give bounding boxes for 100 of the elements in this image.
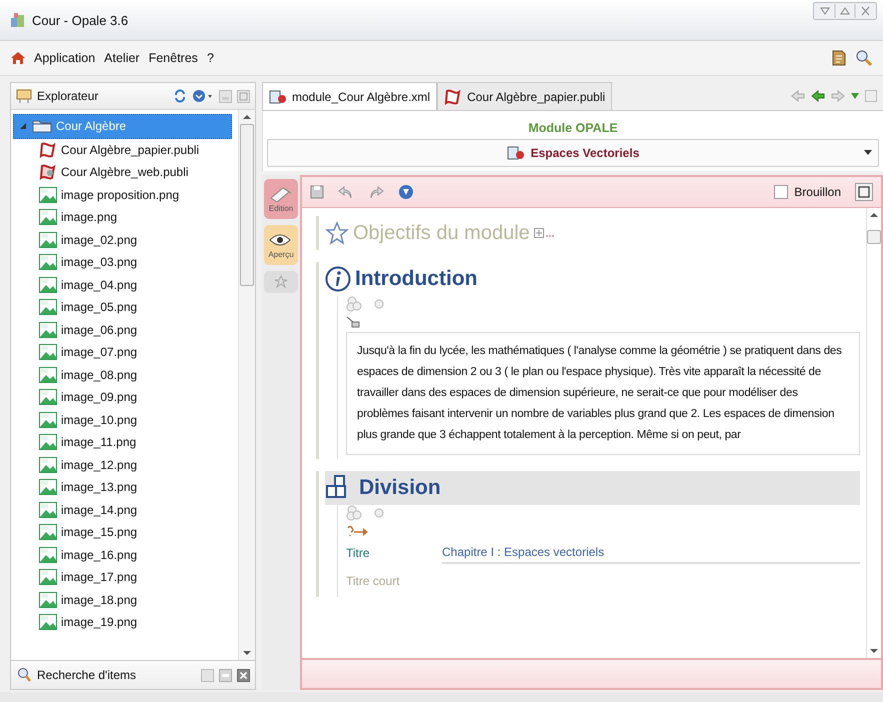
folder-icon (32, 119, 52, 134)
minimize-icon[interactable] (219, 90, 232, 102)
publication-icon (444, 88, 462, 104)
image-file-icon (39, 389, 57, 406)
document-icon[interactable] (831, 49, 847, 67)
info-icon (325, 266, 351, 292)
image-file-icon (39, 276, 57, 293)
section-title: Objectifs du module (353, 222, 530, 244)
tree-item[interactable]: Cour Algèbre_papier.publi (13, 138, 236, 161)
side-tab[interactable]: Aperçu (264, 225, 298, 265)
tree-item[interactable]: image proposition.png (13, 184, 236, 206)
undo-icon[interactable] (338, 184, 354, 200)
side-tab[interactable]: Edition (264, 179, 298, 219)
menu-item[interactable]: Atelier (104, 51, 140, 65)
publication-icon (39, 164, 57, 180)
star-icon (325, 221, 349, 245)
tree-item[interactable]: image_10.png (13, 408, 236, 431)
image-file-icon (39, 232, 57, 248)
image-file-icon (39, 592, 57, 608)
paragraph-text[interactable]: Jusqu'à la fin du lycée, les mathématiques ( l'analyse comme la géométrie ) se pratiquent dans des espaces de dimension 2 ou 3 ( le plan ou l'espace physique). Très vite apparaît la nécessité de travailler dans des espaces de dimension supérieure, ne serait-ce que pour modéliser des problèmes faisant intervenir un nombre de variables plus grand que 2. Les espaces de dimension plus grande que 3 échappent totalement à la perception. Même si on peut, par (346, 332, 860, 455)
module-icon (269, 90, 287, 104)
scrollbar[interactable] (238, 110, 255, 660)
panel-title: Recherche d'items (37, 668, 136, 682)
scrollbar-thumb[interactable] (240, 124, 254, 286)
field-label: Titre court (346, 574, 401, 588)
image-file-icon (39, 546, 57, 563)
tree-item[interactable]: image_09.png (13, 386, 236, 408)
image-file-icon (39, 366, 57, 383)
image-file-icon (39, 614, 57, 630)
expand-arrow-icon[interactable] (19, 122, 27, 130)
back-arrow-icon[interactable] (811, 90, 825, 102)
module-icon (506, 146, 525, 160)
module-title: Module OPALE (527, 120, 619, 137)
input-field[interactable]: Chapitre I : Espaces vectoriels (442, 542, 860, 564)
refresh-icon[interactable] (173, 89, 187, 103)
menu-item[interactable]: Fenêtres (148, 51, 198, 65)
dot-icon[interactable] (374, 508, 384, 518)
star-icon (274, 275, 288, 289)
image-file-icon (39, 434, 57, 450)
scrollbar-thumb[interactable] (867, 230, 881, 244)
window-controls[interactable] (813, 2, 877, 23)
tree-item[interactable]: image_17.png (13, 566, 236, 588)
image-file-icon (39, 254, 57, 270)
expand-icon[interactable] (534, 228, 556, 238)
save-icon[interactable] (310, 185, 324, 199)
forward-arrow-icon[interactable] (831, 90, 845, 102)
back-arrow-icon[interactable] (791, 90, 805, 102)
image-file-icon (39, 524, 57, 540)
bubbles-icon[interactable] (346, 505, 362, 521)
section-title: Introduction (355, 267, 478, 291)
tree-item[interactable]: image_06.png (13, 318, 236, 341)
redo-icon[interactable] (368, 184, 384, 200)
tree-item[interactable]: image_05.png (13, 296, 236, 318)
tree-item[interactable]: image_18.png (13, 588, 236, 611)
app-icon (10, 12, 26, 28)
side-tab[interactable] (264, 271, 298, 293)
tree-item[interactable]: image_08.png (13, 364, 236, 386)
search-icon (16, 667, 32, 683)
field-label: Titre (346, 546, 371, 560)
tree-item[interactable]: image_19.png (13, 611, 236, 634)
tree-item[interactable]: image_13.png (13, 476, 236, 498)
image-file-icon (39, 186, 57, 203)
tree-item[interactable]: image.png (13, 206, 236, 228)
tree-item[interactable]: image_11.png (13, 431, 236, 454)
close-icon[interactable] (237, 668, 250, 682)
maximize-icon[interactable] (855, 183, 873, 201)
dot-icon[interactable] (374, 299, 384, 309)
image-file-icon (39, 412, 57, 428)
explorer-icon (16, 88, 32, 104)
image-file-icon (39, 344, 57, 360)
item-selector[interactable]: Espaces Vectoriels (267, 139, 879, 167)
tree-item[interactable]: image_07.png (13, 341, 236, 364)
publication-icon (39, 142, 57, 158)
home-icon[interactable] (10, 50, 26, 66)
question-arrow-icon[interactable] (346, 525, 370, 537)
dropdown-arrow-icon[interactable] (864, 150, 872, 156)
section-title: Division (359, 476, 441, 500)
menu-item[interactable]: Application (34, 51, 96, 65)
search-icon[interactable] (855, 49, 873, 67)
image-file-icon (39, 479, 57, 496)
minimize-icon[interactable] (201, 668, 214, 682)
image-file-icon (39, 299, 57, 316)
tree-item[interactable]: image_14.png (13, 498, 236, 521)
image-file-icon (39, 209, 57, 226)
tree-item[interactable]: image_02.png (13, 228, 236, 251)
window-title: Cour - Opale 3.6 (32, 12, 130, 28)
editor-tab[interactable]: Cour Algèbre_papier.publi (437, 82, 612, 110)
tree-item[interactable]: Cour Algèbre_web.publi (13, 161, 236, 184)
editor-tab[interactable]: module_Cour Algèbre.xml (262, 82, 438, 110)
scrollbar[interactable] (866, 208, 881, 658)
menu-item[interactable]: ? (206, 51, 214, 65)
tree-item[interactable]: image_03.png (13, 251, 236, 274)
draft-checkbox[interactable]: Brouillon (774, 185, 841, 199)
tree-item[interactable]: image_16.png (13, 544, 236, 566)
tree-item[interactable]: image_12.png (13, 454, 236, 476)
tree-item[interactable]: image_15.png (13, 521, 236, 544)
tree-item[interactable]: image_04.png (13, 274, 236, 296)
dropdown-menu-icon[interactable] (192, 89, 214, 103)
paragraph-icon[interactable] (346, 316, 360, 328)
image-file-icon (39, 322, 57, 338)
